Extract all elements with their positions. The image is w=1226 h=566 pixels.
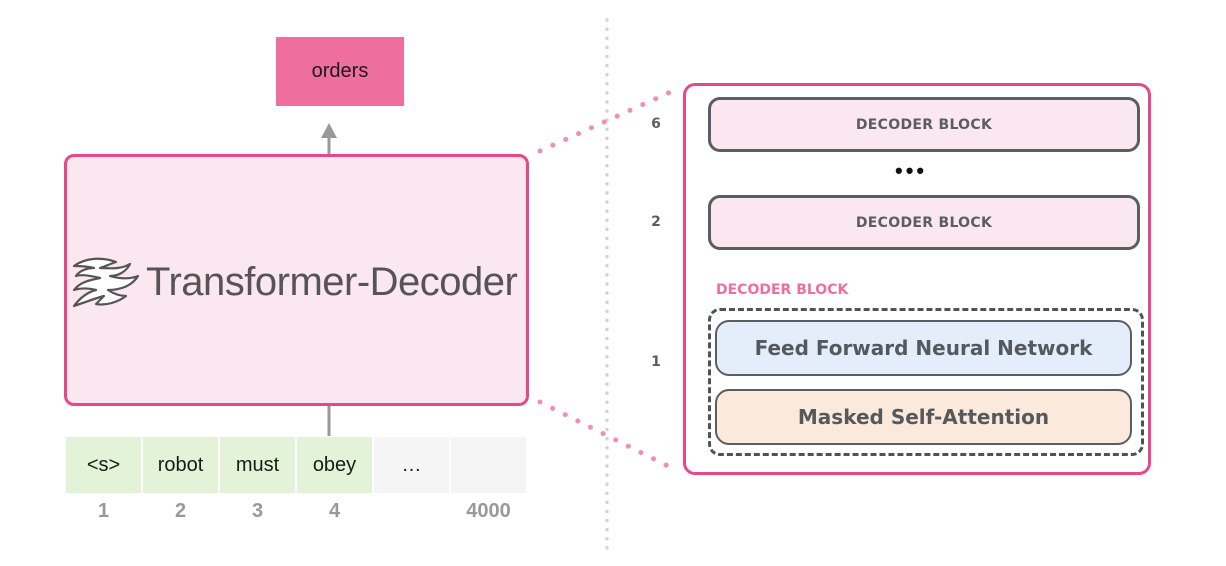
stack-ellipsis: ••• [895,158,928,183]
token-text: … [401,453,422,476]
input-token: <s> [66,437,141,493]
input-token-ellipsis: … [374,437,449,493]
output-arrow-head [321,123,337,138]
decoder-block-2: DECODER BLOCK [708,195,1140,250]
token-text: obey [312,453,357,476]
decoder-title-text: Transformer-Decoder [146,259,518,304]
input-token: obey [297,437,372,493]
feed-forward-label: Feed Forward Neural Network [754,336,1093,360]
decoder-block-label: DECODER BLOCK [855,116,993,133]
output-token-box: orders [276,37,404,106]
feed-forward-layer: Feed Forward Neural Network [715,320,1132,376]
token-position: 4000 [466,500,511,522]
token-position: 4 [328,500,341,522]
masked-self-attention-layer: Masked Self-Attention [715,389,1132,445]
input-token-empty [451,437,526,493]
output-token-label: orders [311,60,369,82]
decoder-title: Transformer-Decoder [70,252,518,312]
input-token: must [220,437,295,493]
token-text: <s> [86,453,121,476]
token-position: 2 [174,500,187,522]
input-token: robot [143,437,218,493]
masked-self-attention-label: Masked Self-Attention [797,405,1050,429]
token-text: robot [157,453,204,476]
token-position: 1 [97,500,110,522]
token-position: 3 [251,500,264,522]
layer-number: 6 [651,116,661,132]
layer-number: 1 [651,354,661,370]
decoder-block-label: DECODER BLOCK [855,214,993,231]
expanded-block-label: DECODER BLOCK [716,282,849,298]
transformer-logo-icon [72,257,140,308]
token-text: must [235,453,280,476]
decoder-block-6: DECODER BLOCK [708,97,1140,152]
layer-number: 2 [651,214,661,230]
